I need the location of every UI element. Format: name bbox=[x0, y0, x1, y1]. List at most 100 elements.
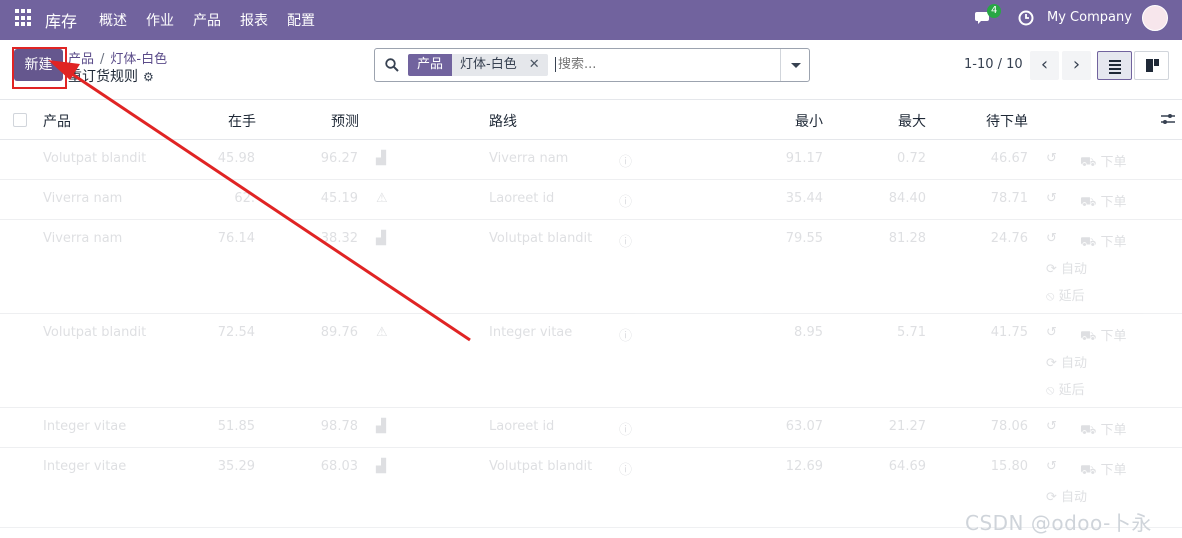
pager-next-button[interactable]: › bbox=[1062, 51, 1091, 80]
max-cell: 84.40 bbox=[888, 191, 926, 206]
order-icon: ⛟ bbox=[1080, 235, 1101, 250]
user-avatar[interactable] bbox=[1142, 5, 1168, 31]
column-header-min[interactable]: 最小 bbox=[795, 111, 823, 131]
clock-icon[interactable] bbox=[1018, 10, 1034, 26]
snooze-icon: ⦸ bbox=[1046, 289, 1059, 304]
pager-value[interactable]: 1-10 / 10 bbox=[964, 57, 1023, 72]
column-header-onhand[interactable]: 在手 bbox=[228, 111, 256, 131]
new-button[interactable]: 新建 bbox=[14, 49, 63, 81]
order-button[interactable]: ⛟ 下单 bbox=[1080, 419, 1127, 440]
automate-button[interactable]: ⟳ 自动 bbox=[1046, 352, 1087, 371]
gear-icon[interactable]: ⚙ bbox=[143, 70, 154, 84]
column-header-product[interactable]: 产品 bbox=[43, 111, 71, 131]
column-header-route[interactable]: 路线 bbox=[489, 111, 517, 131]
order-icon: ⛟ bbox=[1080, 195, 1101, 210]
info-icon[interactable]: ⓘ bbox=[619, 231, 632, 250]
app-name[interactable]: 库存 bbox=[45, 8, 77, 32]
column-header-to-order[interactable]: 待下单 bbox=[986, 111, 1028, 131]
product-cell: Integer vitae bbox=[43, 459, 127, 474]
search-options-toggle[interactable] bbox=[780, 49, 809, 81]
action-label: 下单 bbox=[1100, 235, 1127, 250]
info-icon[interactable]: ⓘ bbox=[619, 419, 632, 438]
snooze-button[interactable]: ⦸ 延后 bbox=[1046, 379, 1085, 398]
automate-button[interactable]: ⟳ 自动 bbox=[1046, 486, 1087, 505]
order-button[interactable]: ⛟ 下单 bbox=[1080, 459, 1127, 480]
min-cell: 91.17 bbox=[785, 151, 823, 166]
table-row[interactable]: Viverra nam 76.14 38.32 Volutpat blandit 79.… bbox=[0, 220, 1182, 314]
reset-icon[interactable]: ↺ bbox=[1046, 325, 1057, 340]
column-header-max[interactable]: 最大 bbox=[898, 111, 926, 131]
reset-icon[interactable]: ↺ bbox=[1046, 191, 1057, 206]
apps-menu-icon[interactable] bbox=[15, 9, 33, 27]
info-icon[interactable]: ⓘ bbox=[619, 459, 632, 478]
automate-icon: ⟳ bbox=[1046, 356, 1062, 371]
automate-icon: ⟳ bbox=[1046, 262, 1062, 277]
onhand-cell: 62. bbox=[234, 191, 255, 206]
search-icon[interactable] bbox=[385, 58, 399, 72]
min-cell: 79.55 bbox=[785, 231, 823, 246]
kanban-view-button[interactable] bbox=[1134, 51, 1169, 80]
to-order-cell: 41.75 bbox=[990, 325, 1028, 340]
breadcrumb-item-product[interactable]: 灯体-白色 bbox=[110, 52, 167, 67]
menu-item-operations[interactable]: 作业 bbox=[146, 10, 174, 30]
warning-icon[interactable]: ⚠ bbox=[376, 191, 388, 206]
route-cell: Laoreet id bbox=[489, 419, 555, 434]
facet-value: 灯体-白色 bbox=[452, 54, 525, 76]
max-cell: 64.69 bbox=[888, 459, 926, 474]
table-row[interactable]: Volutpat blandit 72.54 89.76 Integer vitae 8… bbox=[0, 314, 1182, 408]
info-icon[interactable]: ⓘ bbox=[619, 325, 632, 344]
search-bar: 产品 灯体-白色 ✕ bbox=[374, 48, 810, 82]
remove-facet-icon[interactable]: ✕ bbox=[524, 54, 548, 76]
table-row[interactable]: Volutpat blandit 45.98 96.27 Viverra nam 91.… bbox=[0, 140, 1182, 180]
table-row[interactable]: Viverra nam 62. 45.19 Laoreet id 35.44 84.40 7… bbox=[0, 180, 1182, 220]
optional-columns-icon[interactable] bbox=[1160, 112, 1176, 126]
product-cell: Volutpat blandit bbox=[43, 325, 147, 340]
column-header-forecast[interactable]: 预测 bbox=[331, 111, 359, 131]
breadcrumb-item-products[interactable]: 产品 bbox=[68, 52, 94, 67]
order-button[interactable]: ⛟ 下单 bbox=[1080, 231, 1127, 252]
forecast-chart-icon[interactable]: ▟ bbox=[376, 459, 386, 474]
table-row[interactable]: Integer vitae 51.85 98.78 Laoreet id 63.07 21… bbox=[0, 408, 1182, 448]
reset-icon[interactable]: ↺ bbox=[1046, 231, 1057, 246]
action-label: 下单 bbox=[1100, 155, 1127, 170]
info-icon[interactable]: ⓘ bbox=[619, 191, 632, 210]
page-title-text: 重订货规则 bbox=[68, 69, 138, 85]
to-order-cell: 46.67 bbox=[990, 151, 1028, 166]
forecast-chart-icon[interactable]: ▟ bbox=[376, 151, 386, 166]
max-cell: 81.28 bbox=[888, 231, 926, 246]
onhand-cell: 76.14 bbox=[217, 231, 255, 246]
product-cell: Viverra nam bbox=[43, 191, 123, 206]
select-all-checkbox[interactable] bbox=[13, 113, 27, 127]
product-cell: Volutpat blandit bbox=[43, 151, 147, 166]
action-label: 下单 bbox=[1100, 329, 1127, 344]
order-button[interactable]: ⛟ 下单 bbox=[1080, 325, 1127, 346]
onhand-cell: 35.29 bbox=[217, 459, 255, 474]
forecast-cell: 45.19 bbox=[320, 191, 358, 206]
top-navbar: 库存 概述 作业 产品 报表 配置 4 My Company bbox=[0, 0, 1182, 40]
menu-item-configuration[interactable]: 配置 bbox=[287, 10, 315, 30]
company-switcher[interactable]: My Company bbox=[1047, 10, 1132, 25]
max-cell: 0.72 bbox=[897, 151, 926, 166]
search-input[interactable] bbox=[555, 57, 775, 72]
route-cell: Viverra nam bbox=[489, 151, 569, 166]
order-button[interactable]: ⛟ 下单 bbox=[1080, 151, 1127, 172]
warning-icon[interactable]: ⚠ bbox=[376, 325, 388, 340]
menu-item-products[interactable]: 产品 bbox=[193, 10, 221, 30]
forecast-chart-icon[interactable]: ▟ bbox=[376, 231, 386, 246]
reset-icon[interactable]: ↺ bbox=[1046, 419, 1057, 434]
control-panel: 新建 产品/灯体-白色 重订货规则⚙ 产品 灯体-白色 ✕ 1-10 / 10 … bbox=[0, 40, 1182, 100]
pager-previous-button[interactable]: ‹ bbox=[1030, 51, 1059, 80]
list-view-button[interactable] bbox=[1097, 51, 1132, 80]
breadcrumb: 产品 / 灯体-白色 bbox=[68, 48, 167, 67]
automate-button[interactable]: ⟳ 自动 bbox=[1046, 258, 1087, 277]
menu-item-reporting[interactable]: 报表 bbox=[240, 10, 268, 30]
reset-icon[interactable]: ↺ bbox=[1046, 151, 1057, 166]
snooze-button[interactable]: ⦸ 延后 bbox=[1046, 285, 1085, 304]
menu-item-overview[interactable]: 概述 bbox=[99, 10, 127, 30]
forecast-cell: 38.32 bbox=[320, 231, 358, 246]
forecast-chart-icon[interactable]: ▟ bbox=[376, 419, 386, 434]
info-icon[interactable]: ⓘ bbox=[619, 151, 632, 170]
automate-icon: ⟳ bbox=[1046, 490, 1062, 505]
order-button[interactable]: ⛟ 下单 bbox=[1080, 191, 1127, 212]
reset-icon[interactable]: ↺ bbox=[1046, 459, 1057, 474]
